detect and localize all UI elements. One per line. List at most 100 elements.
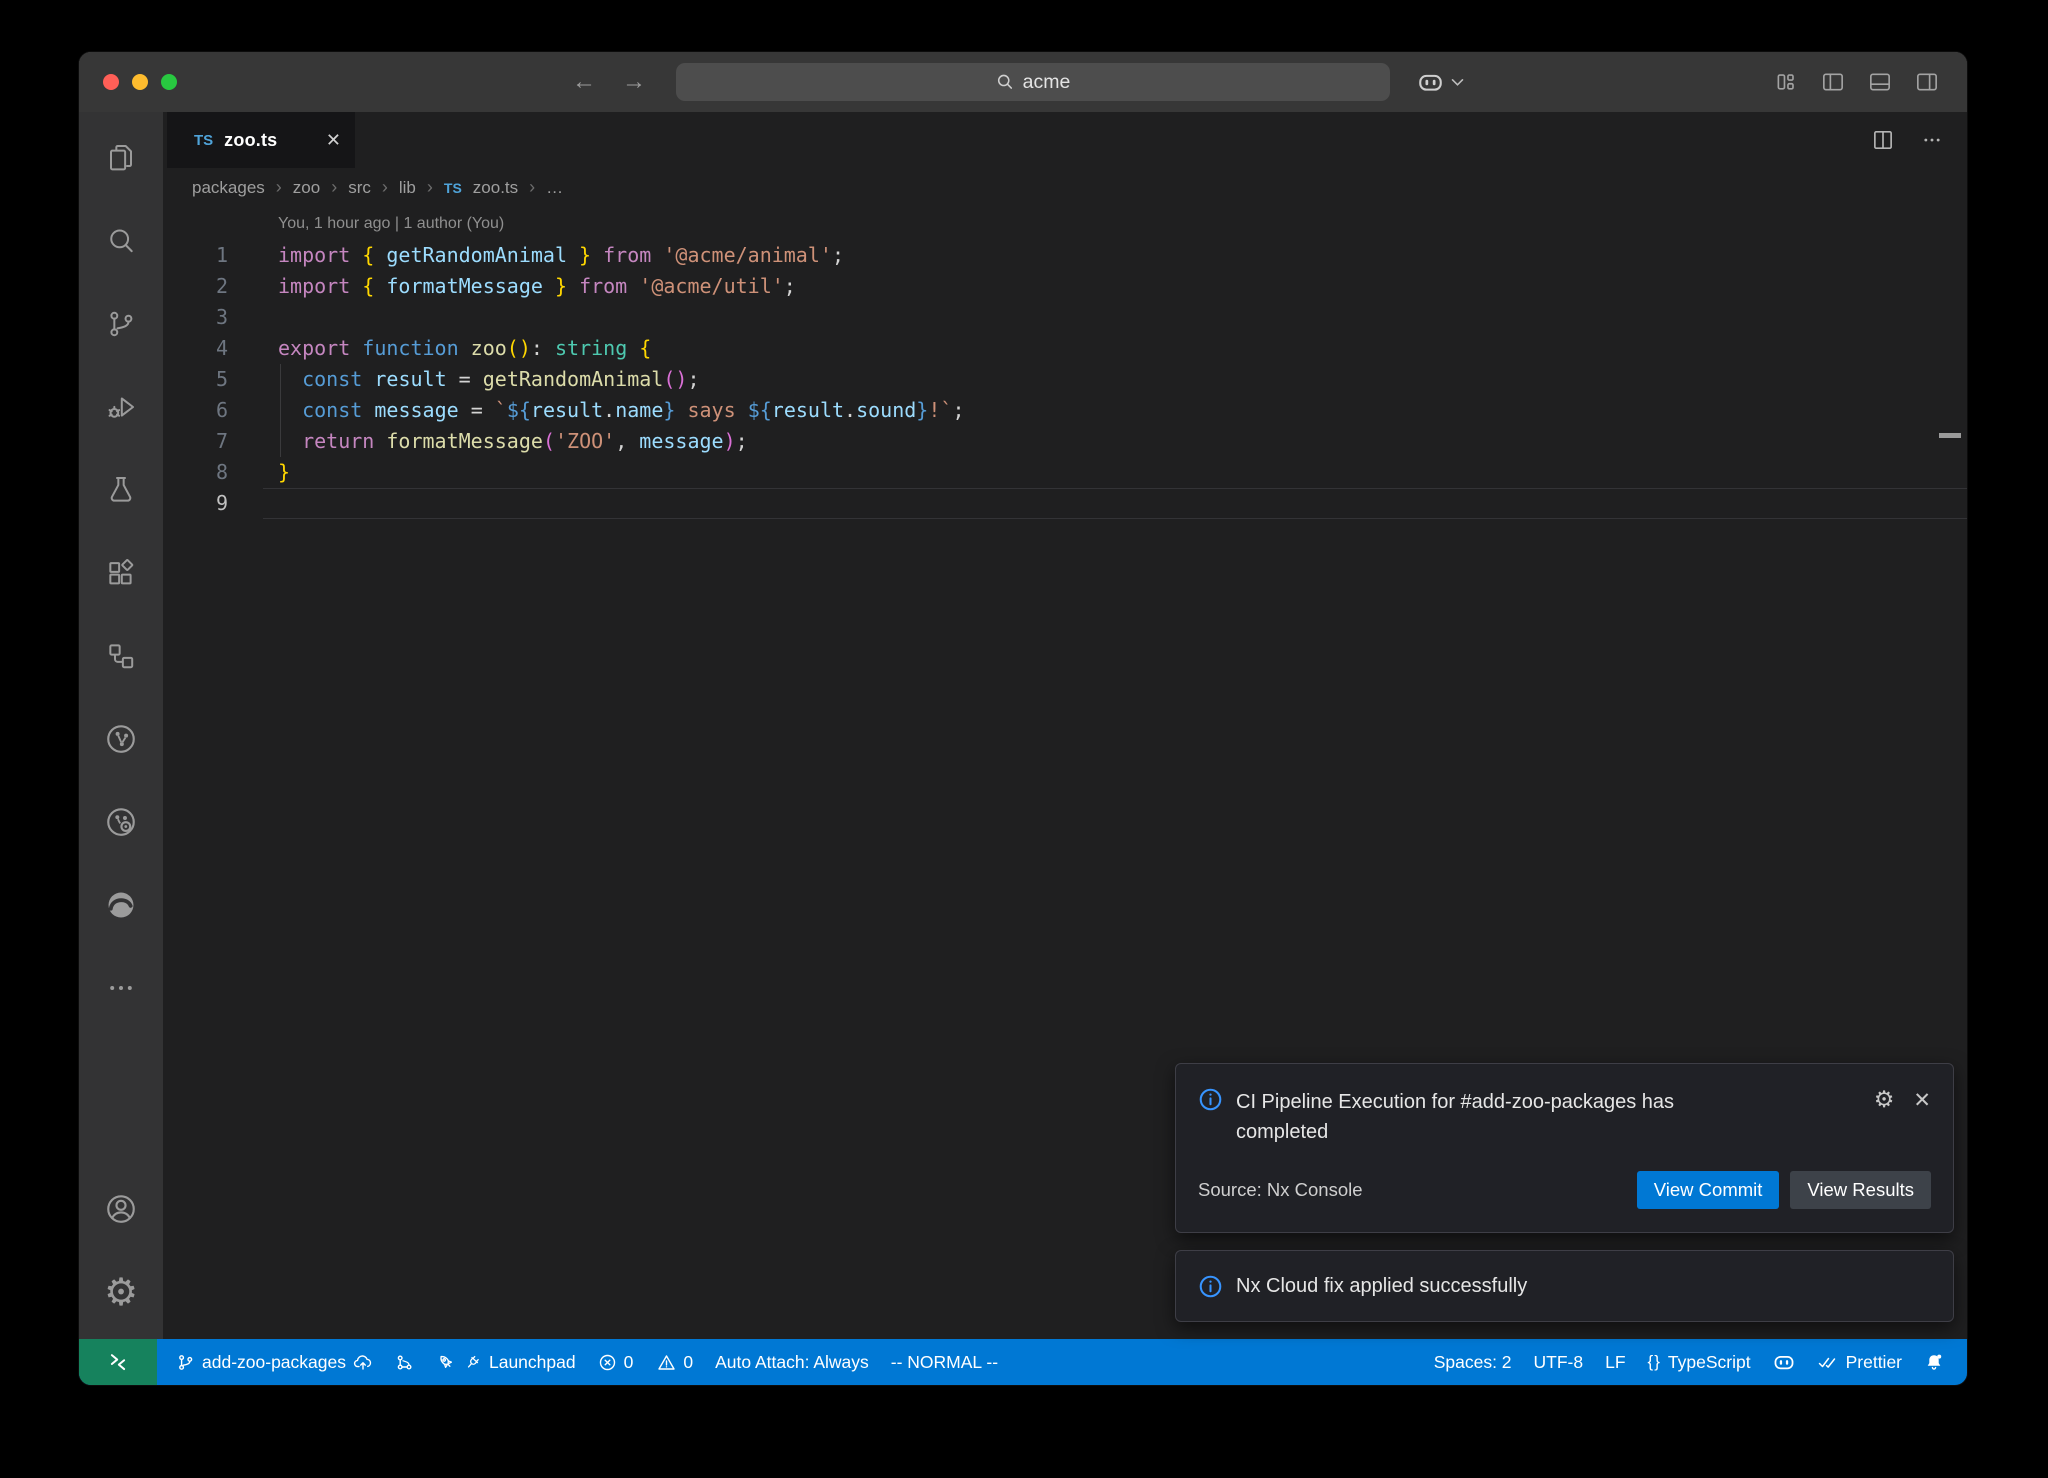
info-icon — [1198, 1087, 1223, 1112]
account-icon — [104, 1192, 138, 1226]
indent-guide — [280, 364, 281, 457]
statusbar-git-graph[interactable] — [384, 1339, 425, 1385]
window-controls — [103, 74, 177, 90]
notification-close-icon[interactable]: ✕ — [1913, 1090, 1931, 1111]
forward-arrow-icon[interactable]: → — [622, 68, 646, 96]
statusbar-notifications-bell[interactable] — [1913, 1339, 1955, 1385]
toggle-secondary-sidebar-icon[interactable] — [1915, 72, 1939, 92]
vscode-window: ← → acme — [79, 52, 1967, 1385]
extensions-icon — [105, 557, 137, 589]
back-arrow-icon[interactable]: ← — [572, 68, 596, 96]
notification-ci-pipeline: CI Pipeline Execution for #add-zoo-packa… — [1175, 1063, 1954, 1233]
close-tab-icon[interactable]: ✕ — [326, 130, 341, 151]
statusbar-vim-mode[interactable]: -- NORMAL -- — [880, 1339, 1009, 1385]
breadcrumb-item[interactable]: src — [348, 178, 371, 198]
line-number: 7 — [163, 426, 228, 457]
sidebar-item-run-debug[interactable] — [79, 365, 163, 448]
statusbar-auto-attach[interactable]: Auto Attach: Always — [704, 1339, 880, 1385]
sidebar-item-nx-cloud[interactable] — [79, 780, 163, 863]
breadcrumb-item[interactable]: lib — [399, 178, 416, 198]
codelens-blame[interactable]: You, 1 hour ago | 1 author (You) — [278, 215, 504, 233]
view-commit-button[interactable]: View Commit — [1637, 1171, 1780, 1209]
toggle-primary-sidebar-icon[interactable] — [1821, 72, 1845, 92]
code-line-8[interactable]: 8} — [163, 457, 1967, 488]
sidebar-item-account[interactable] — [79, 1167, 163, 1250]
activity-bar: ⚙ — [79, 112, 163, 1339]
chevron-down-icon — [1451, 78, 1464, 87]
more-actions-icon[interactable] — [1921, 129, 1943, 151]
view-results-button[interactable]: View Results — [1790, 1171, 1931, 1209]
statusbar-problems[interactable]: 0 0 — [587, 1339, 704, 1385]
sidebar-item-source-control[interactable] — [79, 282, 163, 365]
line-number: 4 — [163, 333, 228, 364]
braces-icon: {} — [1648, 1352, 1661, 1372]
statusbar-copilot[interactable] — [1762, 1339, 1806, 1385]
maximize-window-button[interactable] — [161, 74, 177, 90]
copilot-menu[interactable] — [1417, 52, 1464, 112]
statusbar-encoding[interactable]: UTF-8 — [1523, 1339, 1595, 1385]
language-label: TypeScript — [1668, 1352, 1751, 1373]
code-line-3[interactable]: 3 — [163, 302, 1967, 333]
code-line-9[interactable]: 9 — [163, 488, 1967, 519]
sidebar-item-nx-console[interactable] — [79, 697, 163, 780]
statusbar-launchpad[interactable]: Launchpad — [425, 1339, 587, 1385]
breadcrumb-separator-icon: › — [382, 177, 388, 198]
sidebar-item-more-views[interactable] — [79, 946, 163, 1029]
breadcrumb: packages›zoo›src›lib›TSzoo.ts›… — [192, 177, 563, 198]
close-window-button[interactable] — [103, 74, 119, 90]
remote-indicator[interactable] — [79, 1339, 157, 1385]
statusbar-eol[interactable]: LF — [1594, 1339, 1636, 1385]
code-line-1[interactable]: 1import { getRandomAnimal } from '@acme/… — [163, 240, 1967, 271]
sidebar-item-explorer[interactable] — [79, 116, 163, 199]
sidebar-item-extensions[interactable] — [79, 531, 163, 614]
notification-nx-cloud-fix: Nx Cloud fix applied successfully — [1175, 1250, 1954, 1322]
line-number: 6 — [163, 395, 228, 426]
search-icon — [996, 73, 1014, 91]
code-line-5[interactable]: 5 const result = getRandomAnimal(); — [163, 364, 1967, 395]
bell-icon — [1924, 1352, 1944, 1372]
git-branch-icon — [105, 308, 137, 340]
copilot-status-icon — [1773, 1352, 1795, 1372]
notification-settings-icon[interactable]: ⚙ — [1874, 1089, 1895, 1112]
command-center-search[interactable]: acme — [676, 63, 1390, 101]
search-view-icon — [105, 225, 137, 257]
statusbar-formatter[interactable]: Prettier — [1806, 1339, 1913, 1385]
sidebar-item-search[interactable] — [79, 199, 163, 282]
split-editor-icon[interactable] — [1872, 129, 1894, 151]
breadcrumb-item[interactable]: packages — [192, 178, 265, 198]
line-number: 8 — [163, 457, 228, 488]
status-bar: add-zoo-packages Launchpad 0 0 Auto Atta… — [79, 1339, 1967, 1385]
breadcrumb-separator-icon: › — [276, 177, 282, 198]
statusbar-branch[interactable]: add-zoo-packages — [165, 1339, 384, 1385]
titlebar: ← → acme — [79, 52, 1967, 112]
code-line-2[interactable]: 2import { formatMessage } from '@acme/ut… — [163, 271, 1967, 302]
statusbar-indentation[interactable]: Spaces: 2 — [1423, 1339, 1523, 1385]
info-icon — [1198, 1274, 1223, 1299]
statusbar-language[interactable]: {} TypeScript — [1637, 1339, 1762, 1385]
minimize-window-button[interactable] — [132, 74, 148, 90]
tab-zoo-ts[interactable]: TS zoo.ts ✕ — [167, 112, 355, 168]
code-line-4[interactable]: 4export function zoo(): string { — [163, 333, 1967, 364]
breadcrumb-file[interactable]: zoo.ts — [473, 178, 518, 198]
ts-file-icon: TS — [194, 132, 213, 149]
breadcrumb-overflow[interactable]: … — [546, 178, 563, 198]
code-line-7[interactable]: 7 return formatMessage('ZOO', message); — [163, 426, 1967, 457]
line-number: 9 — [163, 488, 228, 519]
customize-layout-icon[interactable] — [1774, 72, 1798, 92]
toggle-panel-icon[interactable] — [1868, 72, 1892, 92]
sidebar-item-settings[interactable]: ⚙ — [79, 1250, 163, 1333]
code-line-6[interactable]: 6 const message = `${result.name} says $… — [163, 395, 1967, 426]
notification-message: Nx Cloud fix applied successfully — [1236, 1271, 1527, 1301]
sidebar-item-edge[interactable] — [79, 863, 163, 946]
breadcrumb-item[interactable]: zoo — [293, 178, 320, 198]
edge-icon — [104, 888, 138, 922]
ellipsis-icon — [105, 972, 137, 1004]
code-lines: 1import { getRandomAnimal } from '@acme/… — [163, 240, 1967, 519]
sidebar-item-hierarchy[interactable] — [79, 614, 163, 697]
git-graph-icon — [395, 1353, 414, 1372]
sidebar-item-testing[interactable] — [79, 448, 163, 531]
line-number: 3 — [163, 302, 228, 333]
beaker-icon — [105, 474, 137, 506]
warning-count: 0 — [683, 1352, 693, 1373]
vim-mode-label: -- NORMAL -- — [891, 1352, 998, 1373]
